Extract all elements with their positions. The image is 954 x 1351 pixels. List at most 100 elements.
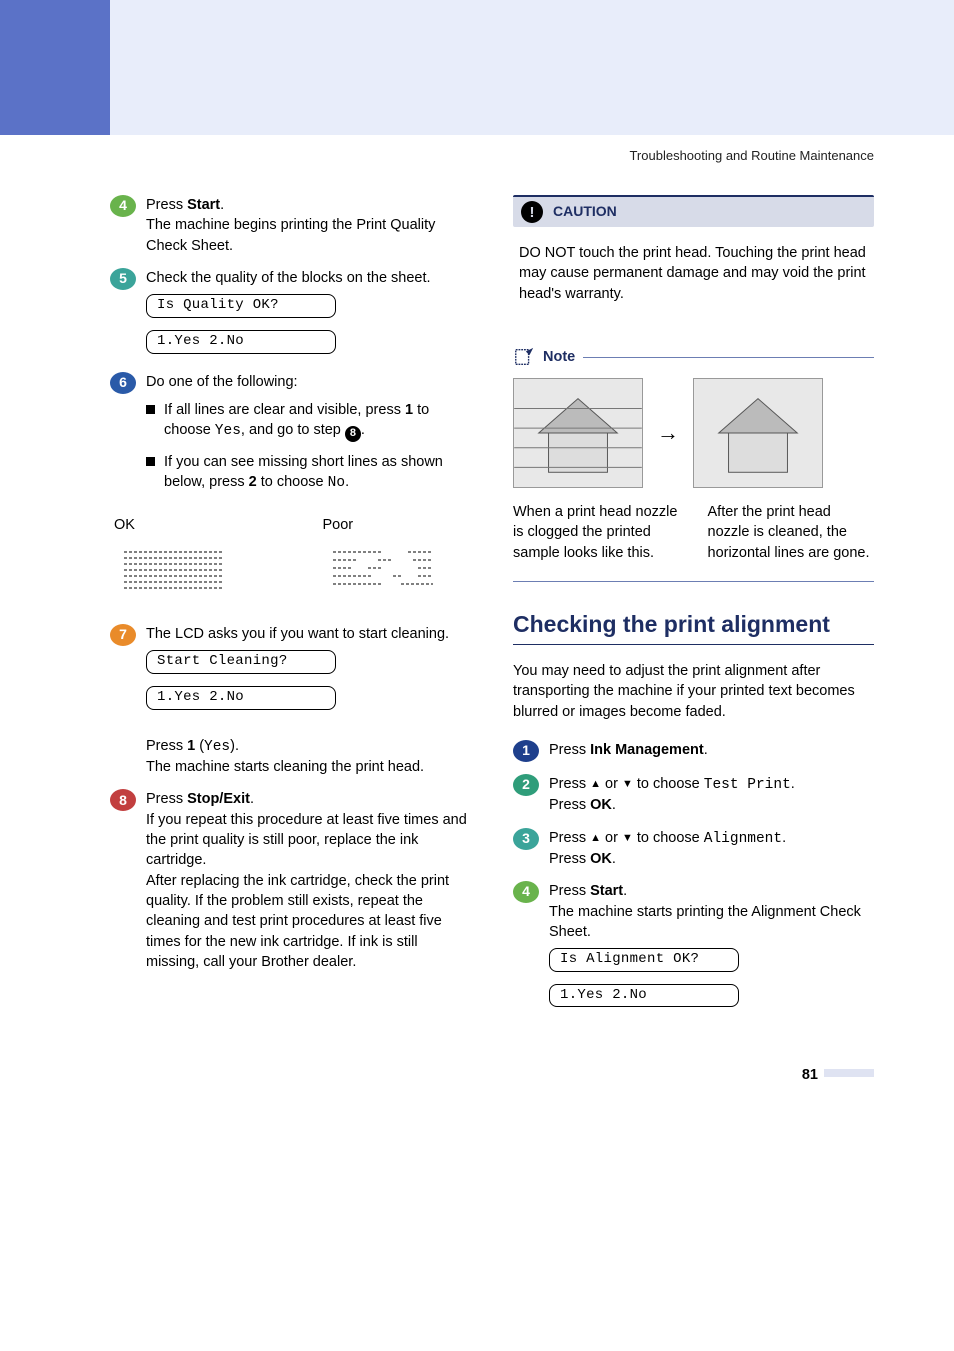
step-bullet-6: 6 — [110, 372, 136, 394]
text: ( — [195, 738, 204, 754]
house-clogged-icon — [513, 378, 643, 488]
text: The LCD asks you if you want to start cl… — [146, 626, 449, 642]
key-1: 1 — [405, 402, 413, 418]
note-rule — [583, 357, 874, 358]
text: to choose — [633, 830, 704, 846]
list-item: If you can see missing short lines as sh… — [146, 452, 471, 494]
up-triangle-icon: ▲ — [590, 778, 601, 790]
lcd-alignment: Is Alignment OK? — [549, 948, 739, 972]
key-1: 1 — [187, 738, 195, 754]
key-ok: OK — [590, 851, 612, 867]
text: or — [601, 830, 622, 846]
step-bullet-4: 4 — [513, 881, 539, 903]
text: The machine starts cleaning the print he… — [146, 759, 424, 775]
ok-poor-samples: OK Poor — [110, 515, 471, 608]
sample-ok-icon — [114, 542, 234, 602]
caption-right: After the print head nozzle is cleaned, … — [708, 502, 875, 563]
text: . — [704, 742, 708, 758]
step-bullet-3: 3 — [513, 828, 539, 850]
text: . — [782, 830, 786, 846]
text: Do one of the following: — [146, 374, 298, 390]
caution-label: CAUTION — [553, 202, 617, 222]
key-start: Start — [590, 883, 623, 899]
text: . — [612, 797, 616, 813]
step-bullet-1: 1 — [513, 740, 539, 762]
text: . — [612, 851, 616, 867]
list-item: If all lines are clear and visible, pres… — [146, 400, 471, 442]
align-step-4: 4 Press Start. The machine starts printi… — [513, 881, 874, 1013]
house-clean-icon — [693, 378, 823, 488]
step-4: 4 Press Start. The machine begins printi… — [110, 195, 471, 256]
align-step-2: 2 Press ▲ or ▼ to choose Test Print. Pre… — [513, 774, 874, 816]
caption-left: When a print head nozzle is clogged the … — [513, 502, 680, 563]
page-number-bar — [824, 1069, 874, 1077]
text: Press — [549, 742, 590, 758]
text: . — [250, 791, 254, 807]
text: or — [601, 776, 622, 792]
key-ink-management: Ink Management — [590, 742, 704, 758]
text: If you repeat this procedure at least fi… — [146, 812, 467, 970]
step-ref-8: 8 — [345, 426, 361, 442]
step-7: 7 The LCD asks you if you want to start … — [110, 624, 471, 777]
header-bg — [0, 0, 954, 135]
page-number: 81 — [110, 1065, 874, 1085]
lcd-quality: Is Quality OK? — [146, 294, 336, 318]
option-no: No — [328, 475, 345, 491]
lcd-yesno: 1.Yes 2.No — [146, 686, 336, 710]
step-6: 6 Do one of the following: If all lines … — [110, 372, 471, 504]
align-step-3: 3 Press ▲ or ▼ to choose Alignment. Pres… — [513, 828, 874, 870]
text: The machine begins printing the Print Qu… — [146, 217, 435, 253]
text: If all lines are clear and visible, pres… — [164, 402, 405, 418]
text: ). — [230, 738, 239, 754]
down-triangle-icon: ▼ — [622, 832, 633, 844]
lcd-start-cleaning: Start Cleaning? — [146, 650, 336, 674]
text: Press — [146, 738, 187, 754]
text: . — [791, 776, 795, 792]
label-poor: Poor — [323, 515, 472, 535]
note-images: → — [513, 378, 874, 488]
label-ok: OK — [114, 515, 263, 535]
text: Check the quality of the blocks on the s… — [146, 270, 431, 286]
note-icon — [513, 346, 535, 368]
breadcrumb: Troubleshooting and Routine Maintenance — [0, 135, 954, 165]
note-end-rule — [513, 581, 874, 582]
option-yes: Yes — [215, 423, 241, 439]
text: Press — [549, 830, 590, 846]
align-step-1: 1 Press Ink Management. — [513, 740, 874, 762]
left-column: 4 Press Start. The machine begins printi… — [110, 195, 471, 1025]
down-triangle-icon: ▼ — [622, 778, 633, 790]
text: . — [345, 474, 349, 490]
lcd-yesno: 1.Yes 2.No — [146, 330, 336, 354]
note-captions: When a print head nozzle is clogged the … — [513, 502, 874, 563]
page-content: 4 Press Start. The machine begins printi… — [0, 165, 954, 1145]
sample-poor-icon — [323, 542, 443, 602]
option-test-print: Test Print — [704, 777, 791, 793]
step-bullet-4: 4 — [110, 195, 136, 217]
section-intro: You may need to adjust the print alignme… — [513, 661, 874, 722]
key-start: Start — [187, 197, 220, 213]
text: Press — [146, 791, 187, 807]
text: . — [220, 197, 224, 213]
right-column: ! CAUTION DO NOT touch the print head. T… — [513, 195, 874, 1025]
caution-icon: ! — [521, 201, 543, 223]
key-ok: OK — [590, 797, 612, 813]
text: , and go to step — [241, 422, 345, 438]
caution-header: ! CAUTION — [513, 195, 874, 227]
up-triangle-icon: ▲ — [590, 832, 601, 844]
text: . — [623, 883, 627, 899]
step-8: 8 Press Stop/Exit. If you repeat this pr… — [110, 789, 471, 972]
step-bullet-7: 7 — [110, 624, 136, 646]
text: Press — [549, 851, 590, 867]
step-bullet-5: 5 — [110, 268, 136, 290]
arrow-icon: → — [657, 418, 679, 449]
text: . — [361, 422, 365, 438]
text: Press — [549, 797, 590, 813]
text: The machine starts printing the Alignmen… — [549, 904, 861, 940]
page-number-value: 81 — [802, 1067, 818, 1083]
text: to choose — [633, 776, 704, 792]
option-alignment: Alignment — [704, 831, 782, 847]
text: to choose — [257, 474, 328, 490]
step-5: 5 Check the quality of the blocks on the… — [110, 268, 471, 359]
text: Press — [549, 883, 590, 899]
lcd-yesno: 1.Yes 2.No — [549, 984, 739, 1008]
